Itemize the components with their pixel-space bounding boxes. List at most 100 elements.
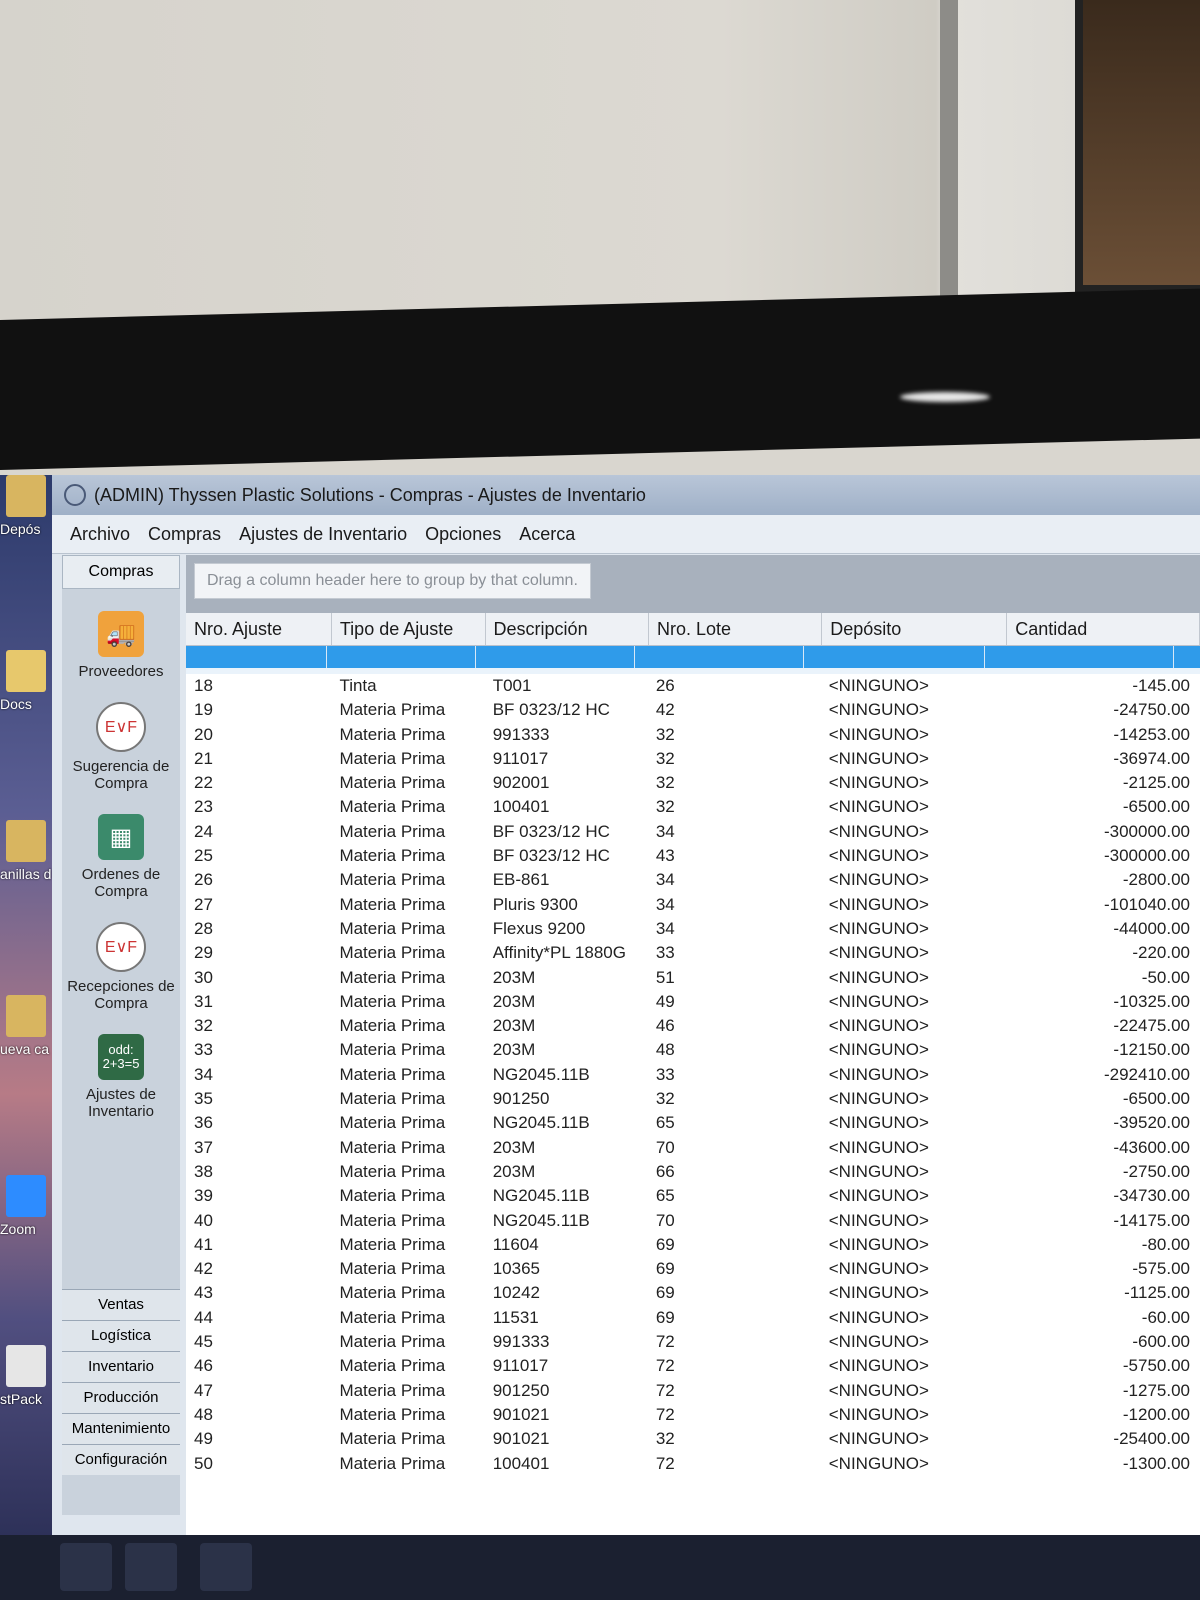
table-row[interactable]: 24 Materia Prima BF 0323/12 HC 34 <NINGUNO> -… (186, 820, 1200, 844)
table-cell: 902001 (492, 773, 550, 793)
title-bar[interactable]: (ADMIN) Thyssen Plastic Solutions - Comp… (52, 475, 1200, 515)
table-row[interactable]: 41 Materia Prima 11604 69 <NINGUNO> -80.00 (186, 1233, 1200, 1257)
column-header-tipo-ajuste[interactable]: Tipo de Ajuste (332, 613, 486, 645)
column-header-nro-lote[interactable]: Nro. Lote (649, 613, 823, 645)
table-row[interactable]: 48 Materia Prima 901021 72 <NINGUNO> -1200.00 (186, 1403, 1200, 1427)
table-row[interactable]: 43 Materia Prima 10242 69 <NINGUNO> -1125.00 (186, 1281, 1200, 1305)
table-cell: <NINGUNO> (828, 1137, 929, 1157)
table-row[interactable]: 50 Materia Prima 100401 72 <NINGUNO> -1300.00 (186, 1452, 1200, 1476)
section-inventario[interactable]: Inventario (62, 1351, 180, 1382)
table-cell: Materia Prima (339, 1356, 446, 1376)
column-header-cantidad[interactable]: Cantidad (1007, 613, 1200, 645)
table-row[interactable]: 30 Materia Prima 203M 51 <NINGUNO> -50.00 (186, 966, 1200, 990)
table-cell: Materia Prima (339, 1404, 446, 1424)
table-cell: 32 (655, 1429, 675, 1449)
column-header-descripcion[interactable]: Descripción (486, 613, 649, 645)
section-logistica[interactable]: Logística (62, 1320, 180, 1351)
table-row[interactable]: 32 Materia Prima 203M 46 <NINGUNO> -22475.00 (186, 1014, 1200, 1038)
table-cell: Materia Prima (339, 1040, 446, 1060)
table-cell: <NINGUNO> (828, 1234, 929, 1254)
table-row[interactable]: 37 Materia Prima 203M 70 <NINGUNO> -43600.00 (186, 1136, 1200, 1160)
table-cell: -36974.00 (1113, 748, 1190, 768)
table-row[interactable]: 31 Materia Prima 203M 49 <NINGUNO> -10325.00 (186, 990, 1200, 1014)
group-by-area[interactable]: Drag a column header here to group by th… (186, 555, 1200, 613)
column-header-nro-ajuste[interactable]: Nro. Ajuste (186, 613, 332, 645)
table-row[interactable]: 21 Materia Prima 911017 32 <NINGUNO> -36974.0… (186, 747, 1200, 771)
section-mantenimiento[interactable]: Mantenimiento (62, 1413, 180, 1444)
taskbar-button[interactable] (60, 1543, 112, 1591)
table-cell: <NINGUNO> (828, 1453, 929, 1473)
filter-row[interactable] (186, 646, 1200, 674)
filter-cell[interactable] (985, 646, 1174, 668)
menu-opciones[interactable]: Opciones (425, 524, 501, 545)
table-cell: 20 (194, 724, 213, 744)
table-row[interactable]: 38 Materia Prima 203M 66 <NINGUNO> -2750.00 (186, 1160, 1200, 1184)
table-row[interactable]: 18 Tinta T001 26 <NINGUNO> -145.00 (186, 674, 1200, 698)
sidebar-item-recepciones[interactable]: E∨F Recepciones de Compra (62, 922, 180, 1012)
table-cell: <NINGUNO> (828, 700, 929, 720)
desktop-icon[interactable]: stPack (0, 1345, 52, 1407)
sidebar-item-ajustes[interactable]: odd: 2+3=5 Ajustes de Inventario (62, 1034, 180, 1120)
menu-archivo[interactable]: Archivo (70, 524, 130, 545)
table-row[interactable]: 34 Materia Prima NG2045.11B 33 <NINGUNO> -292… (186, 1063, 1200, 1087)
filter-cell[interactable] (635, 646, 804, 668)
gauge-icon: E∨F (96, 922, 146, 972)
table-row[interactable]: 46 Materia Prima 911017 72 <NINGUNO> -5750.00 (186, 1354, 1200, 1378)
table-cell: 911017 (492, 748, 549, 768)
table-row[interactable]: 47 Materia Prima 901250 72 <NINGUNO> -1275.00 (186, 1379, 1200, 1403)
taskbar-button[interactable] (200, 1543, 252, 1591)
menu-acerca[interactable]: Acerca (519, 524, 575, 545)
table-row[interactable]: 33 Materia Prima 203M 48 <NINGUNO> -12150.00 (186, 1038, 1200, 1062)
table-row[interactable]: 25 Materia Prima BF 0323/12 HC 43 <NINGUNO> -… (186, 844, 1200, 868)
desktop-icon[interactable]: anillas d (0, 820, 52, 882)
sidebar-item-proveedores[interactable]: 🚚 Proveedores (62, 611, 180, 680)
section-produccion[interactable]: Producción (62, 1382, 180, 1413)
sidebar-item-sugerencia[interactable]: E∨F Sugerencia de Compra (62, 702, 180, 792)
filter-cell[interactable] (804, 646, 985, 668)
table-row[interactable]: 19 Materia Prima BF 0323/12 HC 42 <NINGUNO> -… (186, 698, 1200, 722)
table-row[interactable]: 29 Materia Prima Affinity*PL 1880G 33 <NINGU… (186, 941, 1200, 965)
table-row[interactable]: 40 Materia Prima NG2045.11B 70 <NINGUNO> -141… (186, 1209, 1200, 1233)
table-cell: -24750.00 (1113, 700, 1190, 720)
table-row[interactable]: 45 Materia Prima 991333 72 <NINGUNO> -600.00 (186, 1330, 1200, 1354)
monitor-bezel (0, 288, 1200, 470)
table-row[interactable]: 49 Materia Prima 901021 32 <NINGUNO> -25400.0… (186, 1427, 1200, 1451)
table-cell: Materia Prima (339, 797, 446, 817)
table-cell: Materia Prima (339, 991, 446, 1011)
section-configuracion[interactable]: Configuración (62, 1444, 180, 1475)
table-cell: 46 (194, 1356, 213, 1376)
table-row[interactable]: 27 Materia Prima Pluris 9300 34 <NINGUNO> -10… (186, 893, 1200, 917)
sidebar-item-ordenes[interactable]: ▦ Ordenes de Compra (62, 814, 180, 900)
desktop-icon[interactable]: Docs (0, 650, 52, 712)
table-row[interactable]: 26 Materia Prima EB-861 34 <NINGUNO> -2800.00 (186, 868, 1200, 892)
table-row[interactable]: 20 Materia Prima 991333 32 <NINGUNO> -14253.0… (186, 723, 1200, 747)
table-row[interactable]: 22 Materia Prima 902001 32 <NINGUNO> -2125.00 (186, 771, 1200, 795)
table-cell: 33 (655, 943, 675, 963)
table-cell: 24 (194, 821, 213, 841)
table-row[interactable]: 35 Materia Prima 901250 32 <NINGUNO> -6500.00 (186, 1087, 1200, 1111)
table-cell: EB-861 (492, 870, 550, 890)
desktop-icon[interactable]: ueva ca (0, 995, 52, 1057)
table-cell: -2125.00 (1122, 773, 1190, 793)
table-row[interactable]: 39 Materia Prima NG2045.11B 65 <NINGUNO> -347… (186, 1184, 1200, 1208)
filter-cell[interactable] (186, 646, 327, 668)
filter-cell[interactable] (476, 646, 635, 668)
menu-ajustes-de-inventario[interactable]: Ajustes de Inventario (239, 524, 407, 545)
table-row[interactable]: 23 Materia Prima 100401 32 <NINGUNO> -6500.00 (186, 795, 1200, 819)
menu-compras[interactable]: Compras (148, 524, 221, 545)
table-cell: <NINGUNO> (828, 991, 929, 1011)
desktop-icon[interactable]: Depós (0, 475, 52, 537)
table-row[interactable]: 42 Materia Prima 10365 69 <NINGUNO> -575.00 (186, 1257, 1200, 1281)
column-header-deposito[interactable]: Depósito (822, 613, 1008, 645)
sidebar-header[interactable]: Compras (62, 555, 180, 589)
filter-cell[interactable] (327, 646, 476, 668)
table-row[interactable]: 36 Materia Prima NG2045.11B 65 <NINGUNO> -395… (186, 1111, 1200, 1135)
taskbar-button[interactable] (125, 1543, 177, 1591)
table-cell: T001 (492, 676, 532, 695)
table-cell: Materia Prima (339, 1307, 446, 1327)
section-ventas[interactable]: Ventas (62, 1289, 180, 1320)
table-row[interactable]: 44 Materia Prima 11531 69 <NINGUNO> -60.00 (186, 1306, 1200, 1330)
table-row[interactable]: 28 Materia Prima Flexus 9200 34 <NINGUNO> -44… (186, 917, 1200, 941)
table-cell: <NINGUNO> (828, 1259, 929, 1279)
desktop-icon[interactable]: Zoom (0, 1175, 52, 1237)
